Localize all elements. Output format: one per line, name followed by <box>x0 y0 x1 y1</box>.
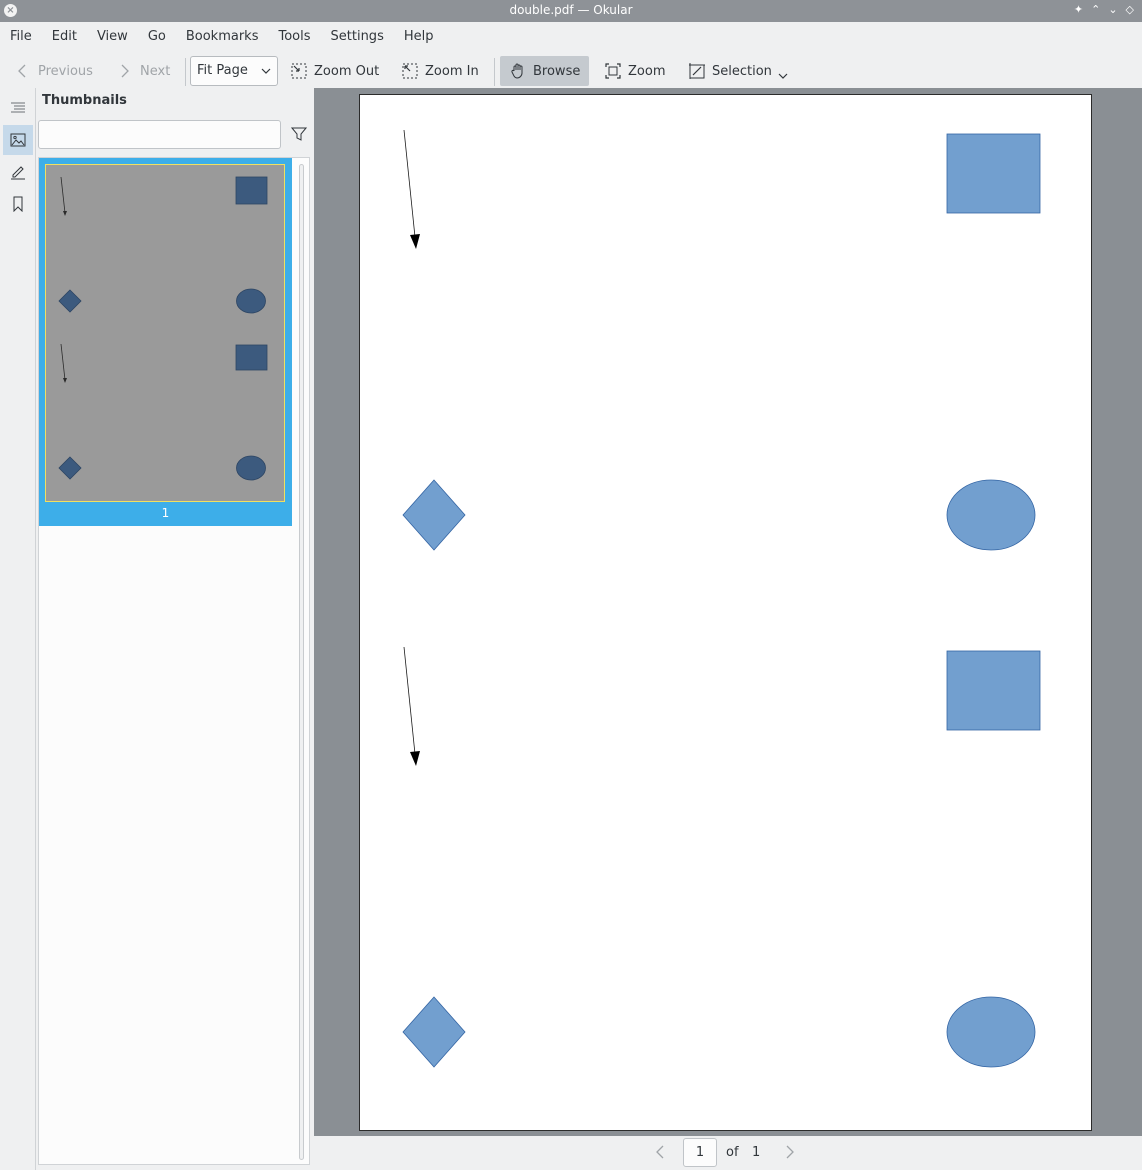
main-toolbar: Previous Next Zoom Out Zoom In Browse Zo… <box>0 54 1142 88</box>
maximize-icon[interactable]: ◇ <box>1126 3 1134 16</box>
toolbar-separator <box>185 58 186 86</box>
menu-bar: File Edit View Go Bookmarks Tools Settin… <box>0 26 1142 48</box>
selection-icon <box>689 63 705 79</box>
chevron-right-icon <box>121 64 129 78</box>
zoom-label: Zoom <box>628 63 666 79</box>
selection-label: Selection <box>712 63 772 79</box>
zoom-in-icon <box>402 63 418 79</box>
contents-icon <box>11 102 25 113</box>
thumbnail-search-input[interactable] <box>38 120 281 149</box>
window-buttons: ✦ ⌃ ⌄ ◇ <box>1074 3 1134 16</box>
hand-icon <box>511 63 523 79</box>
previous-label: Previous <box>38 63 93 79</box>
zoom-mode-value: Fit Page <box>197 63 248 78</box>
thumbnail-item[interactable]: 1 <box>39 158 292 526</box>
chevron-right-icon[interactable] <box>784 1144 796 1160</box>
zoom-out-icon <box>291 63 307 79</box>
next-button[interactable]: Next <box>116 56 170 86</box>
thumbnail-scrollbar[interactable] <box>299 164 304 1160</box>
tab-annotations[interactable] <box>3 157 33 187</box>
tab-contents[interactable] <box>3 93 33 123</box>
menu-settings[interactable]: Settings <box>321 26 394 48</box>
browse-label: Browse <box>533 63 581 79</box>
thumbnails-panel: Thumbnails 1 <box>36 88 312 1170</box>
thumbnail-list[interactable]: 1 <box>38 157 310 1165</box>
image-icon <box>10 133 26 147</box>
document-viewer[interactable] <box>314 88 1142 1136</box>
minimize-icon[interactable]: ⌄ <box>1108 3 1117 16</box>
tab-bookmarks[interactable] <box>3 189 33 219</box>
menu-go[interactable]: Go <box>138 26 176 48</box>
pen-icon <box>11 166 25 180</box>
tab-thumbnails[interactable] <box>3 125 33 155</box>
keep-above-icon[interactable]: ⌃ <box>1091 3 1100 16</box>
browse-tool-button[interactable]: Browse <box>500 56 590 86</box>
window-title: double.pdf — Okular <box>509 3 633 17</box>
previous-button[interactable]: Previous <box>14 56 93 86</box>
menu-bookmarks[interactable]: Bookmarks <box>176 26 269 48</box>
title-bar: × double.pdf — Okular ✦ ⌃ ⌄ ◇ <box>0 0 1142 22</box>
bookmark-icon <box>13 196 23 212</box>
page-total: 1 <box>752 1145 761 1160</box>
toolbar-separator <box>494 58 495 86</box>
page-navigation-bar: 1 of 1 <box>314 1136 1142 1170</box>
pin-icon[interactable]: ✦ <box>1074 3 1083 16</box>
menu-view[interactable]: View <box>87 26 138 48</box>
thumbnail-preview <box>46 165 284 501</box>
selection-tool-button[interactable]: Selection <box>688 56 788 86</box>
thumbnail-page <box>45 164 285 502</box>
zoom-in-button[interactable]: Zoom In <box>401 56 479 86</box>
zoom-in-label: Zoom In <box>425 63 479 79</box>
menu-help[interactable]: Help <box>394 26 444 48</box>
panel-title: Thumbnails <box>42 93 127 108</box>
pdf-page <box>359 94 1092 1131</box>
chevron-down-icon <box>261 68 271 74</box>
thumbnail-label: 1 <box>161 506 170 520</box>
chevron-left-icon[interactable] <box>654 1144 666 1160</box>
menu-edit[interactable]: Edit <box>42 26 87 48</box>
zoom-tool-icon <box>605 63 621 79</box>
menu-tools[interactable]: Tools <box>268 26 320 48</box>
sidebar-tabs <box>0 88 36 1170</box>
page-of-label: of <box>726 1145 739 1160</box>
zoom-out-label: Zoom Out <box>314 63 380 79</box>
menu-file[interactable]: File <box>0 26 42 48</box>
zoom-mode-select[interactable]: Fit Page <box>190 56 278 86</box>
zoom-out-button[interactable]: Zoom Out <box>290 56 379 86</box>
page-number-input[interactable]: 1 <box>683 1138 717 1167</box>
chevron-left-icon <box>18 64 26 78</box>
next-label: Next <box>140 63 171 79</box>
filter-icon[interactable] <box>291 126 307 142</box>
chevron-down-icon[interactable] <box>778 71 788 81</box>
zoom-tool-button[interactable]: Zoom <box>604 56 665 86</box>
page-content <box>402 129 1041 1068</box>
